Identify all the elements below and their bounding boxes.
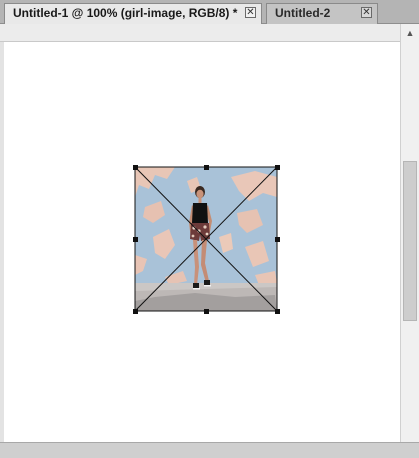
close-icon[interactable]: ✕ bbox=[361, 7, 372, 18]
document-tab-bar: Untitled-1 @ 100% (girl-image, RGB/8) * … bbox=[0, 0, 419, 24]
tab-untitled-1[interactable]: Untitled-1 @ 100% (girl-image, RGB/8) * … bbox=[4, 3, 262, 24]
girl-image-layer bbox=[134, 166, 278, 312]
tab-label: Untitled-1 @ 100% (girl-image, RGB/8) * bbox=[13, 6, 238, 20]
scroll-up-arrow-icon[interactable]: ▲ bbox=[401, 24, 419, 42]
transform-handle-middle-right[interactable] bbox=[275, 237, 280, 242]
transform-handle-bottom-left[interactable] bbox=[133, 309, 138, 314]
free-transform-bounding-box[interactable] bbox=[133, 165, 280, 314]
canvas-top-border bbox=[0, 24, 400, 42]
transform-handle-bottom-right[interactable] bbox=[275, 309, 280, 314]
scrollbar-thumb[interactable] bbox=[403, 161, 417, 321]
document-window: Untitled-1 @ 100% (girl-image, RGB/8) * … bbox=[0, 0, 419, 458]
horizontal-scrollbar[interactable] bbox=[0, 442, 419, 458]
tab-untitled-2[interactable]: Untitled-2 ✕ bbox=[266, 3, 378, 24]
close-icon[interactable]: ✕ bbox=[245, 7, 256, 18]
tab-label: Untitled-2 bbox=[275, 6, 331, 20]
vertical-scrollbar[interactable]: ▲ bbox=[400, 24, 419, 446]
transform-handle-bottom-center[interactable] bbox=[204, 309, 209, 314]
transform-handle-middle-left[interactable] bbox=[133, 237, 138, 242]
transform-handle-top-center[interactable] bbox=[204, 165, 209, 170]
transform-handle-top-right[interactable] bbox=[275, 165, 280, 170]
transform-handle-top-left[interactable] bbox=[133, 165, 138, 170]
